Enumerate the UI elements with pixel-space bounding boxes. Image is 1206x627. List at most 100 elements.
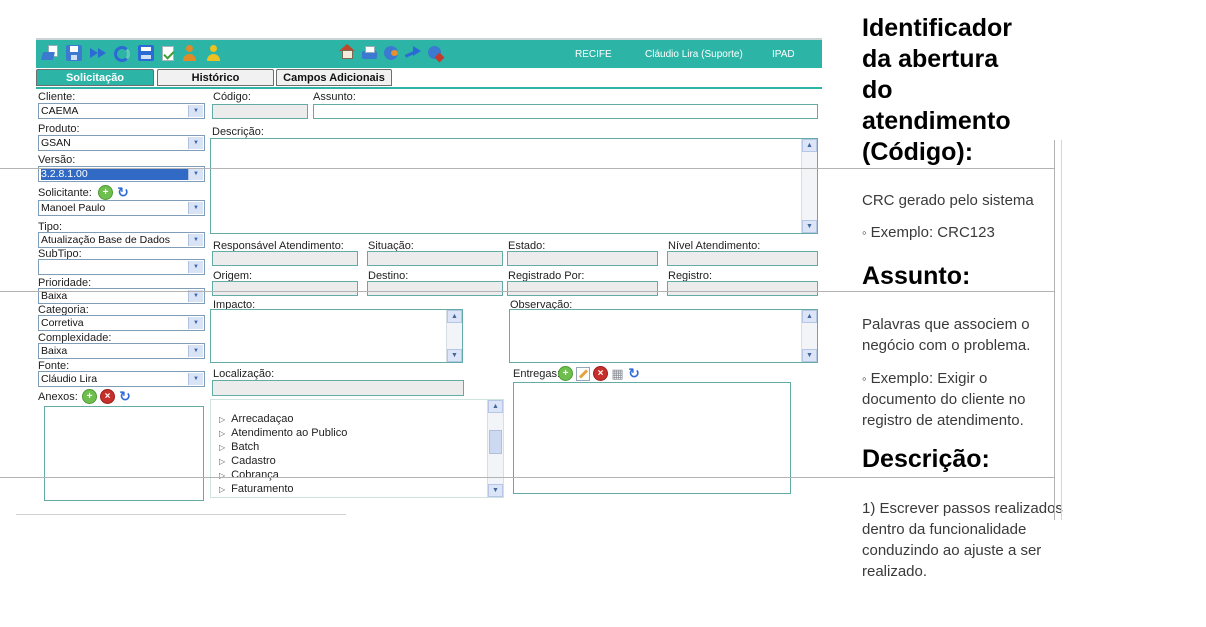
tree-item-label: Atendimento ao Publico bbox=[231, 427, 347, 439]
delete-icon[interactable]: × bbox=[593, 366, 608, 381]
scroll-down-icon[interactable]: ▼ bbox=[802, 349, 817, 362]
edit-icon[interactable] bbox=[576, 367, 590, 381]
expand-arrow-icon[interactable]: ▷ bbox=[219, 443, 225, 452]
refresh-icon[interactable]: ↻ bbox=[116, 186, 130, 199]
note-heading-assunto: Assunto: bbox=[862, 261, 1052, 292]
tab-divider bbox=[36, 87, 822, 89]
document-check-icon[interactable] bbox=[162, 46, 174, 61]
origem-input[interactable] bbox=[212, 281, 358, 296]
scroll-up-icon[interactable]: ▲ bbox=[802, 139, 817, 152]
print-icon[interactable] bbox=[362, 51, 377, 59]
fonte-value: Cláudio Lira bbox=[41, 373, 188, 385]
solicitante-value: Manoel Paulo bbox=[41, 202, 188, 214]
expand-arrow-icon[interactable]: ▷ bbox=[219, 429, 225, 438]
user-yellow-icon[interactable] bbox=[206, 45, 222, 61]
redirect-arrow-icon[interactable] bbox=[405, 44, 421, 60]
user-orange-icon[interactable] bbox=[182, 45, 198, 61]
expand-arrow-icon[interactable]: ▷ bbox=[219, 415, 225, 424]
scroll-up-icon[interactable]: ▲ bbox=[488, 400, 503, 413]
open-folder-icon[interactable] bbox=[42, 45, 58, 61]
tree-item[interactable]: ▷Batch bbox=[219, 441, 259, 453]
refresh-icon[interactable]: ↻ bbox=[627, 367, 641, 380]
impacto-textarea[interactable]: ▲ ▼ bbox=[210, 309, 463, 363]
anexos-list[interactable] bbox=[44, 406, 204, 501]
categoria-select[interactable]: Corretiva ▼ bbox=[38, 315, 205, 331]
tree-item[interactable]: ▷ Cadastro bbox=[219, 455, 276, 467]
estado-input[interactable] bbox=[507, 251, 658, 266]
tab-historico[interactable]: Histórico bbox=[157, 69, 274, 86]
registro-input[interactable] bbox=[667, 281, 818, 296]
cliente-select[interactable]: CAEMA ▼ bbox=[38, 103, 205, 119]
fast-forward-icon[interactable] bbox=[90, 45, 106, 61]
descricao-textarea[interactable]: ▲ ▼ bbox=[210, 138, 818, 234]
media-icon[interactable] bbox=[138, 45, 154, 61]
versao-value: 3.2.8.1.00 bbox=[41, 168, 188, 180]
scroll-down-icon[interactable]: ▼ bbox=[447, 349, 462, 362]
chevron-down-icon[interactable]: ▼ bbox=[188, 261, 203, 273]
destino-input[interactable] bbox=[367, 281, 503, 296]
chevron-down-icon[interactable]: ▼ bbox=[188, 373, 203, 385]
tab-campos-adicionais[interactable]: Campos Adicionais bbox=[276, 69, 392, 86]
refresh-icon[interactable]: ↻ bbox=[118, 390, 132, 403]
subtipo-select[interactable]: ▼ bbox=[38, 259, 205, 275]
observacao-textarea[interactable]: ▲ ▼ bbox=[509, 309, 818, 363]
scrollbar[interactable]: ▲ ▼ bbox=[801, 139, 817, 233]
save-icon[interactable] bbox=[66, 45, 82, 61]
produto-select[interactable]: GSAN ▼ bbox=[38, 135, 205, 151]
add-icon[interactable]: + bbox=[82, 389, 97, 404]
add-icon[interactable]: + bbox=[98, 185, 113, 200]
tree-item[interactable]: ▷ Atendimento ao Publico bbox=[219, 427, 347, 439]
admin-tools-icon[interactable] bbox=[428, 46, 441, 59]
scrollbar[interactable]: ▲ ▼ bbox=[801, 310, 817, 362]
tree-item[interactable]: ▷Faturamento bbox=[219, 483, 294, 495]
produto-value: GSAN bbox=[41, 137, 188, 149]
chevron-down-icon[interactable]: ▼ bbox=[188, 345, 203, 357]
chevron-down-icon[interactable]: ▼ bbox=[188, 168, 203, 180]
entregas-actions: + × ▦ ↻ bbox=[558, 366, 641, 381]
nivel-atendimento-input[interactable] bbox=[667, 251, 818, 266]
tab-solicitacao[interactable]: Solicitação bbox=[36, 69, 154, 86]
expand-arrow-icon[interactable]: ▷ bbox=[219, 457, 225, 466]
scroll-thumb[interactable] bbox=[489, 430, 502, 454]
toolbar-left-group bbox=[42, 44, 222, 62]
localizacao-input[interactable] bbox=[212, 380, 464, 396]
complexidade-select[interactable]: Baixa ▼ bbox=[38, 343, 205, 359]
codigo-input[interactable] bbox=[212, 104, 308, 119]
cliente-value: CAEMA bbox=[41, 105, 188, 117]
scroll-up-icon[interactable]: ▲ bbox=[447, 310, 462, 323]
header-location: RECIFE bbox=[575, 49, 612, 60]
situacao-input[interactable] bbox=[367, 251, 503, 266]
solicitante-select[interactable]: Manoel Paulo ▼ bbox=[38, 200, 205, 216]
refresh-icon[interactable] bbox=[114, 46, 130, 62]
scrollbar[interactable]: ▲ ▼ bbox=[446, 310, 462, 362]
expand-arrow-icon[interactable]: ▷ bbox=[219, 485, 225, 494]
tree-item[interactable]: ▷Arrecadaçao bbox=[219, 413, 294, 425]
chevron-down-icon[interactable]: ▼ bbox=[188, 137, 203, 149]
globe-icon[interactable] bbox=[384, 46, 398, 60]
scroll-down-icon[interactable]: ▼ bbox=[802, 220, 817, 233]
tree-item-label: Cadastro bbox=[231, 455, 276, 467]
bullet-icon: ◦ bbox=[862, 371, 867, 386]
tree-item[interactable]: ▷ Cobrança bbox=[219, 469, 279, 481]
scroll-up-icon[interactable]: ▲ bbox=[802, 310, 817, 323]
chevron-down-icon[interactable]: ▼ bbox=[188, 105, 203, 117]
chevron-down-icon[interactable]: ▼ bbox=[188, 234, 203, 246]
divider-line bbox=[0, 477, 1054, 478]
add-icon[interactable]: + bbox=[558, 366, 573, 381]
delete-icon[interactable]: × bbox=[100, 389, 115, 404]
versao-label: Versão: bbox=[38, 154, 75, 166]
tree-item-label: Cobrança bbox=[231, 469, 279, 481]
expand-arrow-icon[interactable]: ▷ bbox=[219, 471, 225, 480]
chevron-down-icon[interactable]: ▼ bbox=[188, 202, 203, 214]
responsavel-input[interactable] bbox=[212, 251, 358, 266]
home-icon[interactable] bbox=[339, 44, 355, 60]
table-icon[interactable]: ▦ bbox=[611, 367, 624, 380]
registrado-por-input[interactable] bbox=[507, 281, 658, 296]
chevron-down-icon[interactable]: ▼ bbox=[188, 317, 203, 329]
tipo-select[interactable]: Atualização Base de Dados ▼ bbox=[38, 232, 205, 248]
scrollbar[interactable]: ▲ ▼ bbox=[487, 400, 503, 497]
assunto-input[interactable] bbox=[313, 104, 818, 119]
scroll-down-icon[interactable]: ▼ bbox=[488, 484, 503, 497]
localization-tree[interactable]: ▷Arrecadaçao ▷ Atendimento ao Publico ▷Ba… bbox=[210, 399, 504, 498]
fonte-select[interactable]: Cláudio Lira ▼ bbox=[38, 371, 205, 387]
